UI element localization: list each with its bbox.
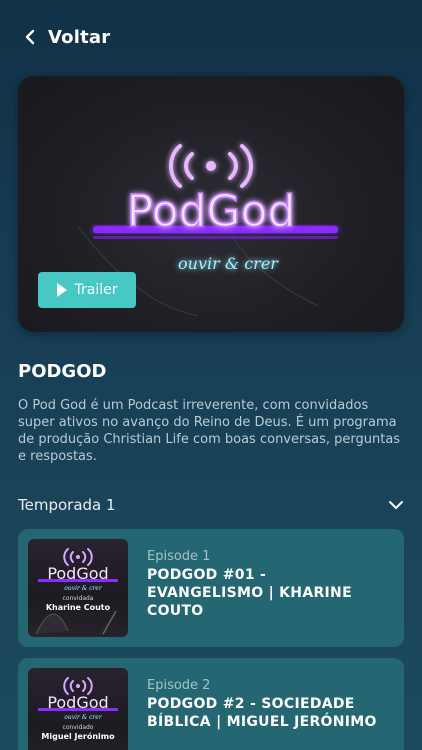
podgod-logo: PodGod ouvir & crer xyxy=(35,548,118,635)
episode-title: PODGOD #01 - EVANGELISMO | KHARINE COUTO xyxy=(147,567,352,619)
svg-text:ouvir & crer: ouvir & crer xyxy=(64,585,103,592)
svg-text:ouvir & crer: ouvir & crer xyxy=(64,714,103,721)
svg-text:ouvir & crer: ouvir & crer xyxy=(178,254,279,273)
episode-thumbnail: PodGod ouvir & crer convidado Miguel Jer… xyxy=(28,668,128,750)
svg-text:PodGod: PodGod xyxy=(47,693,108,712)
episode-card[interactable]: PodGod ouvir & crer convidado Miguel Jer… xyxy=(18,658,404,750)
guest-tag: convidado xyxy=(62,724,94,731)
season-selector[interactable]: Temporada 1 xyxy=(18,492,404,518)
back-button[interactable]: Voltar xyxy=(22,22,110,52)
guest-name: Miguel Jerónimo xyxy=(41,732,115,741)
episode-title: PODGOD #2 - SOCIEDADE BÍBLICA | MIGUEL J… xyxy=(147,696,377,730)
broadcast-icon xyxy=(169,144,253,188)
play-icon xyxy=(56,283,67,297)
svg-text:PodGod: PodGod xyxy=(127,186,296,237)
episode-thumbnail: PodGod ouvir & crer convidada Kharine Co… xyxy=(28,539,128,637)
hero-banner: PodGod ouvir & crer Trailer xyxy=(18,76,404,332)
trailer-label: Trailer xyxy=(74,282,118,298)
podcast-title: PODGOD xyxy=(18,361,107,382)
svg-text:PodGod: PodGod xyxy=(47,564,108,583)
guest-name: Kharine Couto xyxy=(45,603,111,612)
back-label: Voltar xyxy=(48,26,111,48)
season-label: Temporada 1 xyxy=(18,496,116,514)
episode-number: Episode 1 xyxy=(147,549,211,564)
chevron-down-icon xyxy=(389,501,403,509)
guest-tag: convidada xyxy=(62,595,94,602)
chevron-left-icon xyxy=(25,29,35,45)
trailer-button[interactable]: Trailer xyxy=(38,272,136,308)
episode-number: Episode 2 xyxy=(147,678,211,693)
podcast-description: O Pod God é um Podcast irreverente, com … xyxy=(18,398,401,464)
episode-card[interactable]: PodGod ouvir & crer convidada Kharine Co… xyxy=(18,529,404,647)
